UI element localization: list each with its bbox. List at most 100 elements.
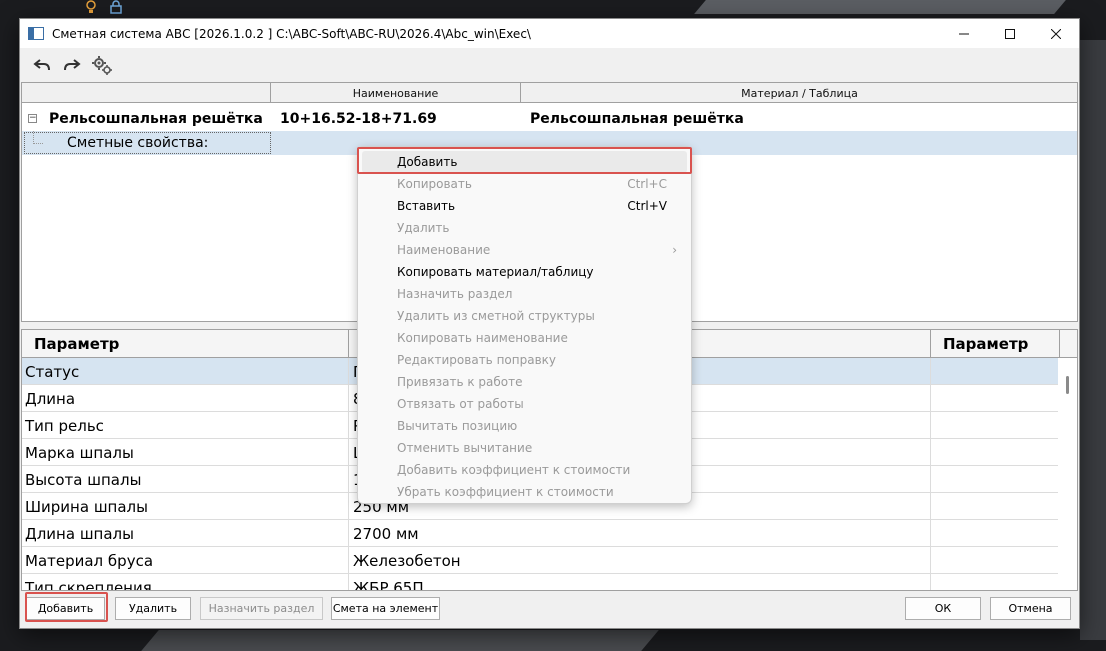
context-menu-item-label: Назначить раздел: [397, 287, 513, 301]
context-menu-item[interactable]: Добавить: [362, 151, 687, 173]
context-menu-item-label: Убрать коэффициент к стоимости: [397, 485, 614, 499]
table-row[interactable]: Материал бруса Железобетон: [22, 547, 1060, 574]
background-beam: [1080, 40, 1106, 640]
tree-header-material[interactable]: Материал / Таблица: [521, 83, 1078, 103]
tree-header: Наименование Материал / Таблица: [22, 83, 1077, 103]
params-header-param-2[interactable]: Параметр: [931, 330, 1060, 358]
undo-button[interactable]: [30, 53, 54, 77]
context-menu-item[interactable]: Привязать к работе: [362, 371, 687, 393]
context-menu-item[interactable]: Назначить раздел: [362, 283, 687, 305]
lock-icon: [110, 0, 122, 16]
context-menu-item-label: Копировать: [397, 177, 472, 191]
add-button[interactable]: Добавить: [26, 597, 105, 620]
context-menu-item[interactable]: Наименование ›: [362, 239, 687, 261]
background-beam: [141, 630, 659, 651]
context-menu-shortcut: Ctrl+V: [627, 199, 667, 213]
cancel-button[interactable]: Отмена: [990, 597, 1071, 620]
window-controls: [941, 19, 1079, 48]
param-name-cell: Статус: [22, 358, 349, 385]
assign-section-button[interactable]: Назначить раздел: [200, 597, 323, 620]
context-menu-item[interactable]: Редактировать поправку: [362, 349, 687, 371]
context-menu-item-label: Вставить: [397, 199, 456, 213]
context-menu-item[interactable]: Копировать Ctrl+C: [362, 173, 687, 195]
lightbulb-icon: [85, 0, 97, 16]
context-menu-item-label: Добавить коэффициент к стоимости: [397, 463, 631, 477]
minus-expander-icon[interactable]: −: [28, 114, 37, 123]
vertical-scrollbar[interactable]: [1058, 358, 1077, 590]
context-menu-item-label: Удалить из сметной структуры: [397, 309, 595, 323]
context-menu-item[interactable]: Вставить Ctrl+V: [362, 195, 687, 217]
ok-button[interactable]: ОК: [905, 597, 981, 620]
scrollbar-thumb[interactable]: [1066, 376, 1069, 394]
param-extra-cell: [931, 412, 1060, 439]
context-menu-item-label: Удалить: [397, 221, 450, 235]
context-menu-item-label: Копировать наименование: [397, 331, 568, 345]
context-menu-item[interactable]: Отвязать от работы: [362, 393, 687, 415]
param-value-cell[interactable]: 2700 мм: [349, 520, 931, 547]
context-menu-item-label: Отвязать от работы: [397, 397, 524, 411]
context-menu-item[interactable]: Отменить вычитание: [362, 437, 687, 459]
param-name-cell: Ширина шпалы: [22, 493, 349, 520]
minimize-button[interactable]: [941, 19, 987, 48]
tree-root-naimenovanie: 10+16.52-18+71.69: [280, 111, 437, 127]
context-menu-item-label: Добавить: [397, 155, 458, 169]
param-name-cell: Марка шпалы: [22, 439, 349, 466]
window-title: Сметная система АВС [2026.1.0.2 ] C:\ABC…: [52, 26, 531, 41]
param-extra-cell: [931, 466, 1060, 493]
redo-button[interactable]: [60, 53, 84, 77]
tree-row-root[interactable]: − Рельсошпальная решётка 10+16.52-18+71.…: [22, 107, 1077, 131]
param-name-cell: Высота шпалы: [22, 466, 349, 493]
app-icon: [28, 27, 44, 40]
maximize-button[interactable]: [987, 19, 1033, 48]
tree-header-name-column: [22, 83, 271, 103]
context-menu: Добавить Копировать Ctrl+C Вставить Ctrl+V Уд…: [357, 146, 692, 504]
context-menu-item[interactable]: Копировать материал/таблицу: [362, 261, 687, 283]
redo-arrow-icon: [64, 58, 81, 70]
context-menu-item[interactable]: Удалить: [362, 217, 687, 239]
context-menu-item-label: Привязать к работе: [397, 375, 523, 389]
context-menu-item[interactable]: Копировать наименование: [362, 327, 687, 349]
param-extra-cell: [931, 439, 1060, 466]
context-menu-item[interactable]: Удалить из сметной структуры: [362, 305, 687, 327]
minimize-icon: [959, 33, 969, 34]
param-extra-cell: [931, 358, 1060, 385]
tree-header-naimenovanie[interactable]: Наименование: [271, 83, 521, 103]
param-name-cell: Длина: [22, 385, 349, 412]
table-row[interactable]: Тип скрепления ЖБР 65П: [22, 574, 1060, 590]
tree-child-label: Сметные свойства:: [67, 135, 209, 151]
context-menu-item-label: Отменить вычитание: [397, 441, 533, 455]
estimate-element-button[interactable]: Смета на элемент: [331, 597, 440, 620]
tree-root-label: Рельсошпальная решётка: [49, 111, 263, 127]
settings-button[interactable]: [90, 53, 114, 77]
param-name-cell: Тип скрепления: [22, 574, 349, 590]
toolbar: [20, 48, 1079, 81]
context-menu-item-label: Наименование: [397, 243, 491, 257]
param-value-cell[interactable]: ЖБР 65П: [349, 574, 931, 590]
param-name-cell: Материал бруса: [22, 547, 349, 574]
context-menu-item[interactable]: Вычитать позицию: [362, 415, 687, 437]
close-button[interactable]: [1033, 19, 1079, 48]
param-extra-cell: [931, 520, 1060, 547]
context-menu-shortcut: Ctrl+C: [627, 177, 667, 191]
context-menu-item-label: Редактировать поправку: [397, 353, 556, 367]
params-header-param[interactable]: Параметр: [22, 330, 349, 358]
undo-arrow-icon: [33, 58, 50, 70]
chevron-right-icon: ›: [672, 243, 677, 257]
context-menu-item[interactable]: Добавить коэффициент к стоимости: [362, 459, 687, 481]
param-name-cell: Тип рельс: [22, 412, 349, 439]
tree-root-material: Рельсошпальная решётка: [530, 111, 744, 127]
context-menu-item[interactable]: Убрать коэффициент к стоимости: [362, 481, 687, 503]
param-value-cell[interactable]: Железобетон: [349, 547, 931, 574]
close-icon: [1051, 28, 1061, 39]
delete-button[interactable]: Удалить: [115, 597, 191, 620]
table-row[interactable]: Длина шпалы 2700 мм: [22, 520, 1060, 547]
background-beam: [934, 0, 1066, 14]
param-name-cell: Длина шпалы: [22, 520, 349, 547]
param-extra-cell: [931, 385, 1060, 412]
param-extra-cell: [931, 547, 1060, 574]
context-menu-item-label: Копировать материал/таблицу: [397, 265, 594, 279]
param-extra-cell: [931, 493, 1060, 520]
context-menu-item-label: Вычитать позицию: [397, 419, 518, 433]
param-extra-cell: [931, 574, 1060, 590]
maximize-icon: [1005, 28, 1015, 39]
